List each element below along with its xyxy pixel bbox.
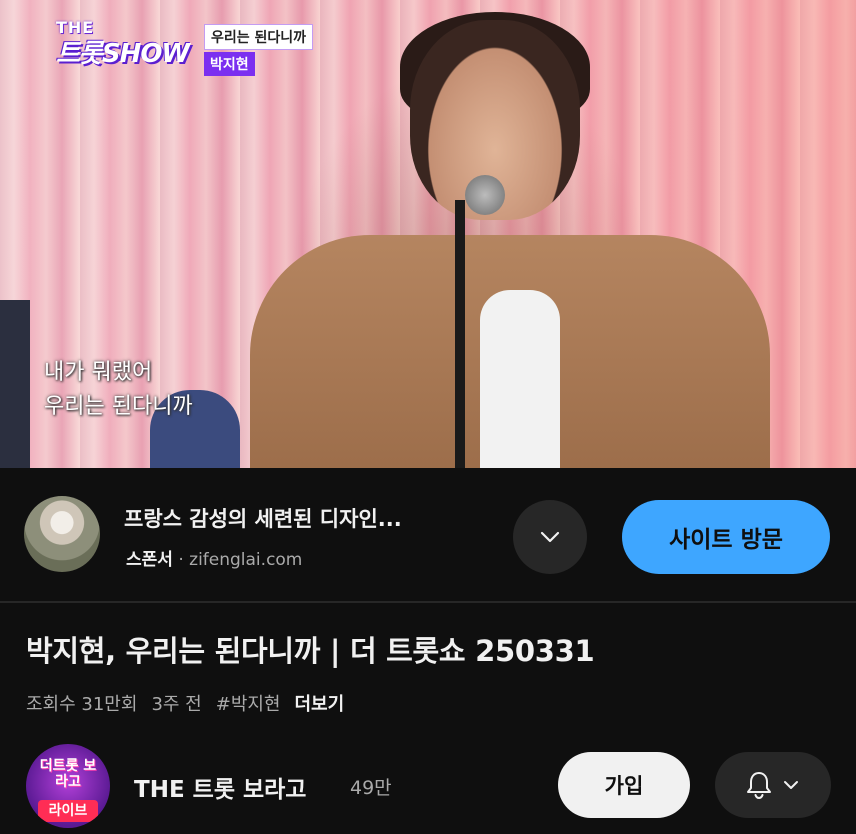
chevron-down-icon (784, 781, 798, 789)
sponsor-label: 스폰서 (126, 550, 173, 570)
more-button[interactable]: 더보기 (295, 690, 345, 716)
live-badge: 라이브 (38, 800, 98, 822)
divider (0, 601, 856, 603)
chevron-down-icon (540, 531, 560, 543)
ad-avatar[interactable] (24, 496, 100, 572)
channel-name[interactable]: THE 트롯 보라고 (134, 770, 306, 804)
upload-age: 3주 전 (151, 694, 202, 715)
video-meta[interactable]: 조회수 31만회 3주 전 #박지현 더보기 (26, 690, 344, 716)
ad-title[interactable]: 프랑스 감성의 세련된 디자인... (124, 503, 402, 533)
singer-tag: 박지현 (204, 52, 255, 76)
logo-bottom: 트롯SHOW (56, 39, 190, 69)
hashtag-link[interactable]: #박지현 (216, 690, 281, 716)
notification-button[interactable] (715, 752, 831, 818)
subtitle-line: 우리는 된다니까 (44, 394, 193, 419)
video-figure (480, 290, 560, 468)
video-title[interactable]: 박지현, 우리는 된다니까 | 더 트롯쇼 250331 (26, 628, 595, 670)
song-caption: 우리는 된다니까 박지현 (204, 24, 314, 76)
ad-expand-button[interactable] (513, 500, 587, 574)
bell-icon (747, 772, 771, 800)
song-title-tag: 우리는 된다니까 (204, 24, 314, 50)
avatar-logo-text: 더트롯 보라고 (39, 758, 97, 790)
meta-separator: · (178, 550, 184, 570)
subscriber-count: 49만 (350, 777, 392, 799)
video-player[interactable]: THE 트롯SHOW 우리는 된다니까 박지현 내가 뭐랬어 우리는 된다니까 (0, 0, 856, 468)
microphone (465, 175, 505, 215)
channel-avatar[interactable]: 더트롯 보라고 라이브 (26, 744, 110, 828)
ad-meta: 스폰서 · zifenglai.com (126, 545, 302, 570)
visit-site-button[interactable]: 사이트 방문 (622, 500, 830, 574)
video-figure (0, 300, 30, 468)
show-logo: THE 트롯SHOW (56, 18, 190, 70)
join-button[interactable]: 가입 (558, 752, 690, 818)
video-subtitle: 내가 뭐랬어 우리는 된다니까 (44, 356, 193, 424)
subtitle-line: 내가 뭐랬어 (44, 360, 153, 385)
view-count: 조회수 31만회 (26, 694, 138, 715)
mic-stand (455, 200, 465, 468)
ad-domain: zifenglai.com (189, 550, 303, 570)
